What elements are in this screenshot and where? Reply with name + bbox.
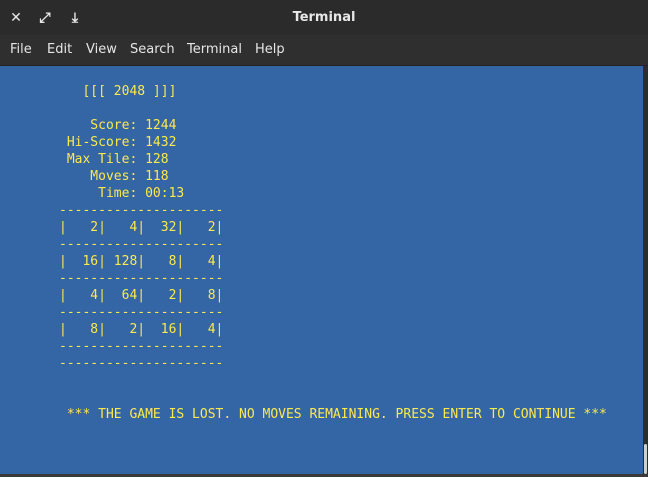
- menu-bar: File Edit View Search Terminal Help: [0, 35, 648, 66]
- menu-file[interactable]: File: [10, 35, 32, 65]
- window-title: Terminal: [292, 10, 356, 25]
- max-tile-line: Max Tile: 128: [59, 152, 169, 167]
- board-row: | 2| 4| 32| 2|: [59, 220, 224, 235]
- board-border: ---------------------: [59, 305, 224, 320]
- board-border: ---------------------: [59, 271, 224, 286]
- scrollbar-thumb[interactable]: [644, 444, 647, 474]
- board-row: | 4| 64| 2| 8|: [59, 288, 224, 303]
- menu-search[interactable]: Search: [130, 35, 175, 65]
- menu-help[interactable]: Help: [255, 35, 285, 65]
- download-icon[interactable]: ⤓: [65, 8, 85, 28]
- menu-view[interactable]: View: [86, 35, 117, 65]
- moves-line: Moves: 118: [59, 169, 169, 184]
- close-icon[interactable]: ✕: [6, 8, 26, 28]
- board-row: | 16| 128| 8| 4|: [59, 254, 224, 269]
- title-bar[interactable]: ✕ ⤢ ⤓ Terminal: [0, 0, 648, 35]
- hi-score-line: Hi-Score: 1432: [59, 135, 177, 150]
- menu-edit[interactable]: Edit: [47, 35, 72, 65]
- game-title-line: [[[ 2048 ]]]: [59, 84, 177, 99]
- board-row: | 8| 2| 16| 4|: [59, 322, 224, 337]
- menu-terminal[interactable]: Terminal: [187, 35, 242, 65]
- board-border: ---------------------: [59, 356, 224, 371]
- terminal-scrollbar[interactable]: [643, 66, 648, 474]
- terminal-window: ✕ ⤢ ⤓ Terminal File Edit View Search Ter…: [0, 0, 648, 477]
- maximize-icon[interactable]: ⤢: [35, 8, 55, 28]
- score-line: Score: 1244: [59, 118, 177, 133]
- board-border: ---------------------: [59, 237, 224, 252]
- terminal-view[interactable]: [[[ 2048 ]]] Score: 1244 Hi-Score: 1432 …: [0, 66, 643, 474]
- time-line: Time: 00:13: [59, 186, 185, 201]
- board-border: ---------------------: [59, 339, 224, 354]
- game-status-message: *** THE GAME IS LOST. NO MOVES REMAINING…: [59, 407, 607, 422]
- board-border: ---------------------: [59, 203, 224, 218]
